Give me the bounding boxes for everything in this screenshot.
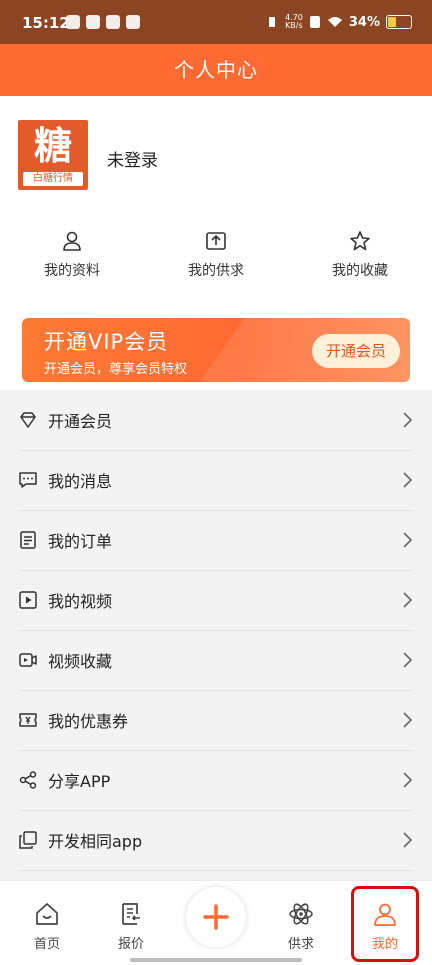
tab-supply[interactable]: 供求 — [258, 881, 344, 965]
quick-my-supply[interactable]: 我的供求 — [144, 230, 288, 290]
vip-banner[interactable]: 开通VIP会员 开通会员，尊享会员特权 开通会员 — [22, 318, 410, 382]
atom-icon — [289, 903, 313, 925]
quick-label: 我的供求 — [188, 263, 244, 279]
upload-icon — [206, 232, 226, 250]
menu-item-develop-same-app[interactable]: 开发相同app — [18, 810, 414, 871]
tab-label: 报价 — [117, 937, 144, 952]
diamond-icon — [20, 412, 36, 428]
publish-plus-button[interactable] — [186, 887, 246, 947]
plus-icon — [203, 904, 229, 930]
home-icon — [36, 903, 58, 925]
quick-label: 我的资料 — [44, 263, 100, 279]
menu-label: 我的消息 — [48, 472, 113, 491]
login-status[interactable]: 未登录 — [107, 146, 158, 171]
app-notification-icon — [86, 15, 100, 29]
message-icon — [19, 472, 37, 488]
wifi-icon — [327, 17, 342, 27]
menu-item-messages[interactable]: 我的消息 — [18, 450, 414, 511]
star-icon — [350, 231, 370, 251]
chevron-right-icon — [403, 772, 413, 788]
menu-label: 分享APP — [48, 772, 111, 791]
vip-subtitle: 开通会员，尊享会员特权 — [44, 362, 188, 377]
menu-item-coupons[interactable]: 我的优惠券 — [18, 690, 414, 751]
chevron-right-icon — [403, 412, 413, 428]
menu-item-orders[interactable]: 我的订单 — [18, 510, 414, 571]
tab-label: 首页 — [33, 937, 60, 952]
logo-glyph: 糖 — [33, 124, 72, 168]
order-icon — [20, 531, 36, 549]
app-notification-icon — [126, 15, 140, 29]
menu-item-video-collection[interactable]: 视频收藏 — [18, 630, 414, 691]
tab-label: 供求 — [287, 937, 314, 952]
gesture-home-bar — [130, 958, 302, 962]
chevron-right-icon — [403, 532, 413, 548]
open-vip-button[interactable]: 开通会员 — [312, 334, 400, 368]
app-logo[interactable]: 糖 白糖行情 — [18, 120, 88, 190]
menu-label: 我的视频 — [48, 592, 113, 611]
status-time: 15:12 — [22, 14, 70, 32]
video-icon — [19, 591, 37, 609]
vibrate-icon — [269, 17, 276, 27]
tab-home[interactable]: 首页 — [4, 881, 90, 965]
menu-label: 视频收藏 — [48, 652, 113, 671]
page-title: 个人中心 — [0, 44, 432, 96]
video-collect-icon — [19, 653, 37, 667]
quick-label: 我的收藏 — [332, 263, 388, 279]
logo-caption: 白糖行情 — [23, 172, 83, 186]
vip-title: 开通VIP会员 — [44, 330, 169, 354]
chevron-right-icon — [403, 652, 413, 668]
menu-list: 开通会员 我的消息 我的订单 我的视频 视频收藏 我的优惠券 分享APP 开发相… — [0, 390, 432, 880]
user-icon — [63, 231, 81, 251]
menu-item-my-videos[interactable]: 我的视频 — [18, 570, 414, 631]
menu-item-open-membership[interactable]: 开通会员 — [18, 390, 414, 451]
tab-quote[interactable]: 报价 — [88, 881, 174, 965]
quick-actions: 我的资料 我的供求 我的收藏 — [0, 230, 432, 290]
battery-icon — [386, 15, 412, 29]
battery-percent: 34% — [348, 14, 380, 30]
menu-label: 我的订单 — [48, 532, 113, 551]
active-tab-highlight — [351, 886, 419, 962]
network-speed: 4.70 KB/s — [285, 13, 303, 30]
chevron-right-icon — [403, 472, 413, 488]
status-bar: 15:12 4.70 KB/s 34% — [0, 0, 432, 44]
app-notification-icon — [106, 15, 120, 29]
share-icon — [19, 771, 37, 789]
status-right: 4.70 KB/s 34% — [265, 14, 412, 30]
notification-icons — [66, 15, 140, 29]
chevron-right-icon — [403, 832, 413, 848]
menu-label: 开发相同app — [48, 832, 143, 851]
menu-label: 开通会员 — [48, 412, 113, 431]
quick-my-favorites[interactable]: 我的收藏 — [288, 230, 432, 290]
copy-icon — [19, 831, 37, 849]
menu-label: 我的优惠券 — [48, 712, 129, 731]
chevron-right-icon — [403, 592, 413, 608]
app-notification-icon — [66, 15, 80, 29]
profile-section: 糖 白糖行情 未登录 我的资料 我的供求 我的收藏 开通VIP会员 开通会员，尊… — [0, 96, 432, 390]
menu-item-share-app[interactable]: 分享APP — [18, 750, 414, 811]
quick-my-profile[interactable]: 我的资料 — [0, 230, 144, 290]
chevron-right-icon — [403, 712, 413, 728]
sim-icon — [309, 16, 320, 28]
coupon-icon — [19, 713, 37, 727]
quote-icon — [122, 903, 140, 925]
